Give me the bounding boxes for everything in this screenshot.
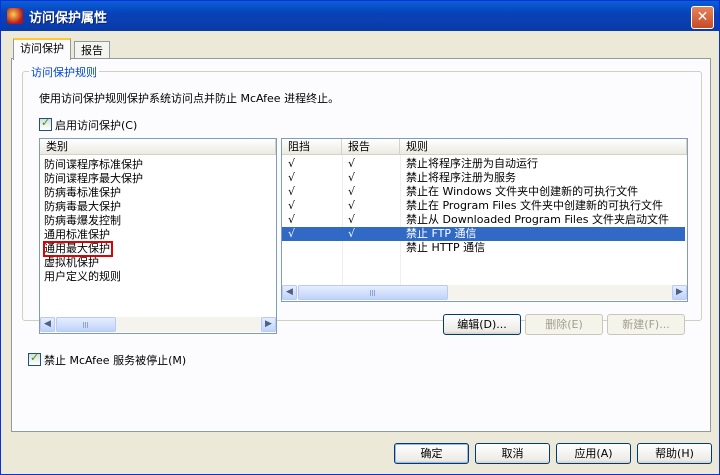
mcafee-shield-icon — [7, 8, 23, 24]
rule-name: 禁止 HTTP 通信 — [406, 241, 486, 254]
rule-report-check: √ — [348, 199, 356, 212]
rule-report-check: √ — [348, 157, 356, 170]
category-item[interactable]: 防病毒爆发控制 — [44, 214, 121, 228]
category-item[interactable]: 用户定义的规则 — [44, 270, 121, 284]
scroll-left-button[interactable]: ◀ — [282, 285, 297, 300]
edit-button[interactable]: 编辑(D)... — [443, 314, 521, 335]
cancel-button[interactable]: 取消 — [475, 443, 550, 464]
access-protection-rules-group: 访问保护规则 使用访问保护规则保护系统访问点并防止 McAfee 进程终止。 启… — [22, 64, 702, 335]
ok-button[interactable]: 确定 — [394, 443, 469, 464]
category-item[interactable]: 防病毒最大保护 — [44, 200, 121, 214]
scroll-right-button[interactable]: ▶ — [672, 285, 687, 300]
rule-report-check: √ — [348, 213, 356, 226]
enable-access-protection-label[interactable]: 启用访问保护(C) — [55, 117, 137, 133]
rules-hscrollbar[interactable]: ◀ ▶ — [282, 285, 687, 300]
rule-block-check: √ — [288, 171, 296, 184]
categories-header[interactable]: 类别 — [40, 139, 276, 155]
properties-window: 访问保护属性 ✕ 访问保护 报告 访问保护规则 使用访问保护规则保护系统访问点并… — [0, 0, 720, 475]
rule-report-check: √ — [348, 171, 356, 184]
categories-hscrollbar[interactable]: ◀ ▶ — [40, 317, 276, 332]
category-item[interactable]: 通用标准保护 — [44, 228, 110, 242]
rule-row[interactable]: √ √ 禁止在 Program Files 文件夹中创建新的可执行文件 — [282, 199, 685, 213]
rule-name: 禁止将程序注册为自动运行 — [406, 157, 538, 170]
rule-row[interactable]: √ √ 禁止从 Downloaded Program Files 文件夹启动文件 — [282, 213, 685, 227]
rule-report-check: √ — [348, 227, 356, 240]
rule-name: 禁止从 Downloaded Program Files 文件夹启动文件 — [406, 213, 669, 226]
new-button[interactable]: 新建(F)... — [607, 314, 685, 335]
scroll-left-button[interactable]: ◀ — [40, 317, 55, 332]
rule-row[interactable]: √ √ 禁止在 Windows 文件夹中创建新的可执行文件 — [282, 185, 685, 199]
scroll-thumb[interactable] — [56, 317, 116, 332]
category-item[interactable]: 防间谍程序最大保护 — [44, 172, 143, 186]
rule-name: 禁止在 Windows 文件夹中创建新的可执行文件 — [406, 185, 639, 198]
rule-name: 禁止 FTP 通信 — [406, 227, 477, 240]
rule-block-check: √ — [288, 213, 296, 226]
category-item-highlighted[interactable]: 通用最大保护 — [43, 241, 113, 257]
title-bar[interactable]: 访问保护属性 ✕ — [1, 1, 719, 31]
window-title: 访问保护属性 — [29, 11, 108, 26]
tab-access-protection[interactable]: 访问保护 — [13, 38, 71, 60]
apply-button[interactable]: 应用(A) — [556, 443, 631, 464]
scroll-right-button[interactable]: ▶ — [261, 317, 276, 332]
rule-row[interactable]: √ √ 禁止将程序注册为自动运行 — [282, 157, 685, 171]
group-label: 访问保护规则 — [29, 64, 99, 80]
rule-row-selected[interactable]: √ √ 禁止 FTP 通信 — [282, 227, 685, 241]
rule-name: 禁止将程序注册为服务 — [406, 171, 516, 184]
rule-block-check: √ — [288, 199, 296, 212]
rule-row[interactable]: √ √ 禁止将程序注册为服务 — [282, 171, 685, 185]
close-button[interactable]: ✕ — [691, 6, 714, 29]
column-report[interactable]: 报告 — [342, 139, 400, 155]
column-block[interactable]: 阻挡 — [282, 139, 342, 155]
rule-name: 禁止在 Program Files 文件夹中创建新的可执行文件 — [406, 199, 664, 212]
rule-row[interactable]: 禁止 HTTP 通信 — [282, 241, 685, 255]
tab-panel: 访问保护规则 使用访问保护规则保护系统访问点并防止 McAfee 进程终止。 启… — [11, 58, 711, 432]
rule-report-check: √ — [348, 185, 356, 198]
column-rule[interactable]: 规则 — [400, 139, 687, 155]
group-description: 使用访问保护规则保护系统访问点并防止 McAfee 进程终止。 — [39, 92, 340, 105]
prevent-stop-label[interactable]: 禁止 McAfee 服务被停止(M) — [44, 352, 186, 368]
rule-block-check: √ — [288, 185, 296, 198]
category-item[interactable]: 防间谍程序标准保护 — [44, 158, 143, 172]
categories-list[interactable]: 类别 防间谍程序标准保护 防间谍程序最大保护 防病毒标准保护 防病毒最大保护 防… — [39, 138, 277, 334]
help-button[interactable]: 帮助(H) — [637, 443, 712, 464]
rule-block-check: √ — [288, 227, 296, 240]
category-item[interactable]: 虚拟机保护 — [44, 256, 99, 270]
scroll-thumb[interactable] — [298, 285, 448, 300]
rules-list[interactable]: 阻挡 报告 规则 √ √ 禁止将程序注册为自动运行 √ √ 禁止将程序注册为服务… — [281, 138, 688, 302]
delete-button[interactable]: 删除(E) — [525, 314, 603, 335]
rule-block-check: √ — [288, 157, 296, 170]
prevent-stop-checkbox[interactable] — [28, 351, 41, 366]
category-item[interactable]: 防病毒标准保护 — [44, 186, 121, 200]
enable-access-protection-checkbox[interactable] — [39, 116, 52, 131]
